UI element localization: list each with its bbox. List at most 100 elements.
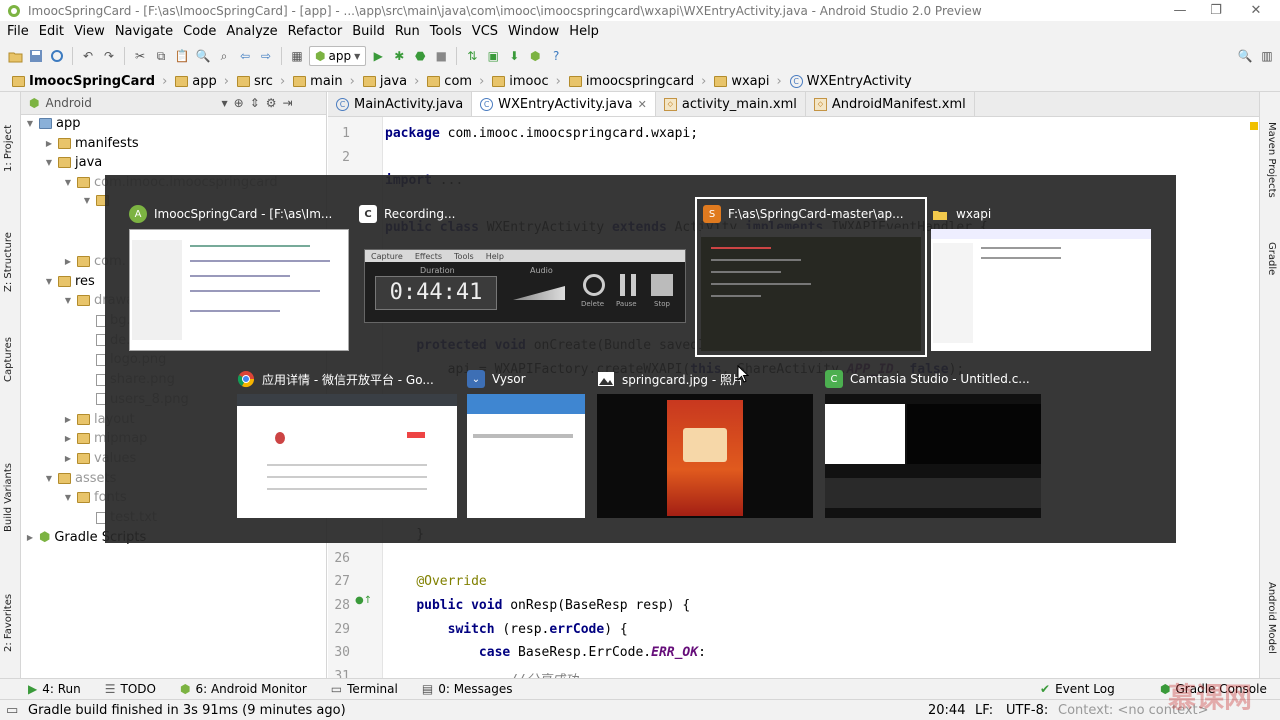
tool-gradle[interactable]: Gradle <box>1266 242 1277 275</box>
breadcrumb-item[interactable]: ImoocSpringCard › <box>8 74 171 89</box>
hide-panel-icon[interactable]: ⇥ <box>283 96 293 110</box>
menu-run[interactable]: Run <box>390 24 425 39</box>
tool-window-button[interactable]: ✔ Event Log <box>1040 682 1115 696</box>
tool-window-button[interactable]: ▶ 4: Run <box>28 682 81 696</box>
chevron-icon[interactable]: ▼ <box>63 178 73 187</box>
breadcrumb-item[interactable]: app › <box>171 74 233 89</box>
caret-position[interactable]: 20:44 <box>928 703 965 718</box>
editor-tab[interactable]: C MainActivity.java <box>328 92 473 116</box>
chevron-icon[interactable]: ▼ <box>25 119 35 128</box>
stop-icon[interactable]: ■ <box>432 47 450 65</box>
chevron-icon[interactable]: ▼ <box>44 474 54 483</box>
menu-build[interactable]: Build <box>347 24 390 39</box>
tool-maven-projects[interactable]: Maven Projects <box>1266 122 1277 198</box>
attach-debugger-icon[interactable]: ⬣ <box>411 47 429 65</box>
menu-analyze[interactable]: Analyze <box>221 24 282 39</box>
breadcrumb-item[interactable]: java › <box>359 74 423 89</box>
tool-project[interactable]: 1: Project <box>3 125 14 172</box>
back-icon[interactable]: ⇦ <box>236 47 254 65</box>
make-project-icon[interactable]: ▦ <box>288 47 306 65</box>
tool-favorites[interactable]: 2: Favorites <box>3 594 14 652</box>
switcher-window-recording[interactable]: C Recording... Capture Effects Tools Hel… <box>359 203 687 351</box>
sync-icon[interactable] <box>48 47 66 65</box>
debug-icon[interactable]: ✱ <box>390 47 408 65</box>
layout-icon[interactable]: ▥ <box>1258 47 1276 65</box>
undo-icon[interactable]: ↶ <box>79 47 97 65</box>
gear-icon[interactable]: ⚙ <box>266 96 277 110</box>
breadcrumb-item[interactable]: imooc › <box>488 74 565 89</box>
tree-item[interactable]: ▼ app <box>25 116 81 131</box>
chevron-icon[interactable]: ▶ <box>25 533 35 542</box>
breadcrumb-item[interactable]: imoocspringcard › <box>565 74 711 89</box>
menu-view[interactable]: View <box>69 24 110 39</box>
switcher-window-explorer[interactable]: wxapi <box>931 203 1151 351</box>
search-everywhere-icon[interactable]: 🔍 <box>1236 47 1254 65</box>
chevron-icon[interactable]: ▼ <box>44 277 54 286</box>
collapse-all-icon[interactable]: ⇕ <box>250 96 260 110</box>
tool-android-model[interactable]: Android Model <box>1266 582 1277 654</box>
chevron-down-icon[interactable]: ▼ <box>221 99 227 108</box>
menu-file[interactable]: File <box>2 24 34 39</box>
chevron-icon[interactable]: ▶ <box>63 415 73 424</box>
help-icon[interactable]: ? <box>547 47 565 65</box>
tool-window-button[interactable]: ⬢ 6: Android Monitor <box>180 682 307 696</box>
chevron-icon[interactable]: ▼ <box>82 196 92 205</box>
run-icon[interactable]: ▶ <box>369 47 387 65</box>
redo-icon[interactable]: ↷ <box>100 47 118 65</box>
breadcrumb-item[interactable]: com › <box>423 74 488 89</box>
switcher-window-sublime[interactable]: S F:\as\SpringCard-master\ap... <box>695 197 927 357</box>
save-icon[interactable] <box>27 47 45 65</box>
breadcrumb-item[interactable]: C WXEntryActivity <box>786 74 916 89</box>
breadcrumb-item[interactable]: wxapi › <box>710 74 785 89</box>
menu-help[interactable]: Help <box>564 24 604 39</box>
menu-code[interactable]: Code <box>178 24 221 39</box>
file-encoding[interactable]: UTF-8: <box>1006 703 1048 718</box>
line-separator[interactable]: LF: <box>975 703 993 718</box>
tool-captures[interactable]: Captures <box>3 337 14 382</box>
editor-tab[interactable]: ◇ activity_main.xml <box>656 92 806 116</box>
cut-icon[interactable]: ✂ <box>131 47 149 65</box>
chevron-icon[interactable]: ▶ <box>44 139 54 148</box>
paste-icon[interactable]: 📋 <box>173 47 191 65</box>
tool-window-button[interactable]: ▭ Terminal <box>331 682 398 696</box>
switcher-window-chrome[interactable]: 应用详情 - 微信开放平台 - Go... <box>237 368 457 518</box>
open-folder-icon[interactable] <box>6 47 24 65</box>
tool-structure[interactable]: Z: Structure <box>3 232 14 292</box>
chevron-icon[interactable]: ▼ <box>63 493 73 502</box>
breadcrumb-item[interactable]: main › <box>289 74 359 89</box>
tool-window-button[interactable]: ☰ TODO <box>105 682 156 696</box>
chevron-icon[interactable]: ▶ <box>63 434 73 443</box>
switcher-window-photos[interactable]: springcard.jpg - 照片 <box>597 368 813 518</box>
sync-gradle-icon[interactable]: ⇅ <box>463 47 481 65</box>
chevron-icon[interactable]: ▼ <box>63 296 73 305</box>
restore-button[interactable]: ❐ <box>1196 0 1236 21</box>
status-toggle-icon[interactable]: ▭ <box>6 703 24 718</box>
tree-item[interactable]: ▼ java <box>44 155 102 170</box>
switcher-window-camtasia[interactable]: C Camtasia Studio - Untitled.c... <box>825 368 1041 518</box>
menu-vcs[interactable]: VCS <box>467 24 503 39</box>
switcher-window-vysor[interactable]: ⌄ Vysor <box>467 368 585 518</box>
editor-tab[interactable]: C WXEntryActivity.java ✕ <box>472 92 656 116</box>
menu-navigate[interactable]: Navigate <box>110 24 178 39</box>
chevron-icon[interactable]: ▶ <box>63 257 73 266</box>
tool-window-button[interactable]: ▤ 0: Messages <box>422 682 513 696</box>
chevron-icon[interactable]: ▼ <box>44 158 54 167</box>
close-button[interactable]: ✕ <box>1236 0 1276 21</box>
replace-icon[interactable]: ⌕ <box>215 47 233 65</box>
scroll-from-source-icon[interactable]: ⊕ <box>234 96 244 110</box>
switcher-window-android-studio[interactable]: A ImoocSpringCard - [F:\as\Im... <box>129 203 349 351</box>
tree-item[interactable]: ▼ res <box>44 274 95 289</box>
minimize-button[interactable]: — <box>1160 0 1200 21</box>
forward-icon[interactable]: ⇨ <box>257 47 275 65</box>
menu-edit[interactable]: Edit <box>34 24 69 39</box>
editor-tab[interactable]: ◇ AndroidManifest.xml <box>806 92 975 116</box>
menu-window[interactable]: Window <box>503 24 564 39</box>
close-tab-icon[interactable]: ✕ <box>638 98 647 111</box>
menu-tools[interactable]: Tools <box>425 24 467 39</box>
run-configuration-dropdown[interactable]: ⬢ app ▼ <box>309 46 367 66</box>
sdk-manager-icon[interactable]: ⬇ <box>505 47 523 65</box>
tool-build-variants[interactable]: Build Variants <box>3 463 14 532</box>
copy-icon[interactable]: ⧉ <box>152 47 170 65</box>
breadcrumb-item[interactable]: src › <box>233 74 289 89</box>
project-view-selector[interactable]: Android <box>45 96 215 110</box>
